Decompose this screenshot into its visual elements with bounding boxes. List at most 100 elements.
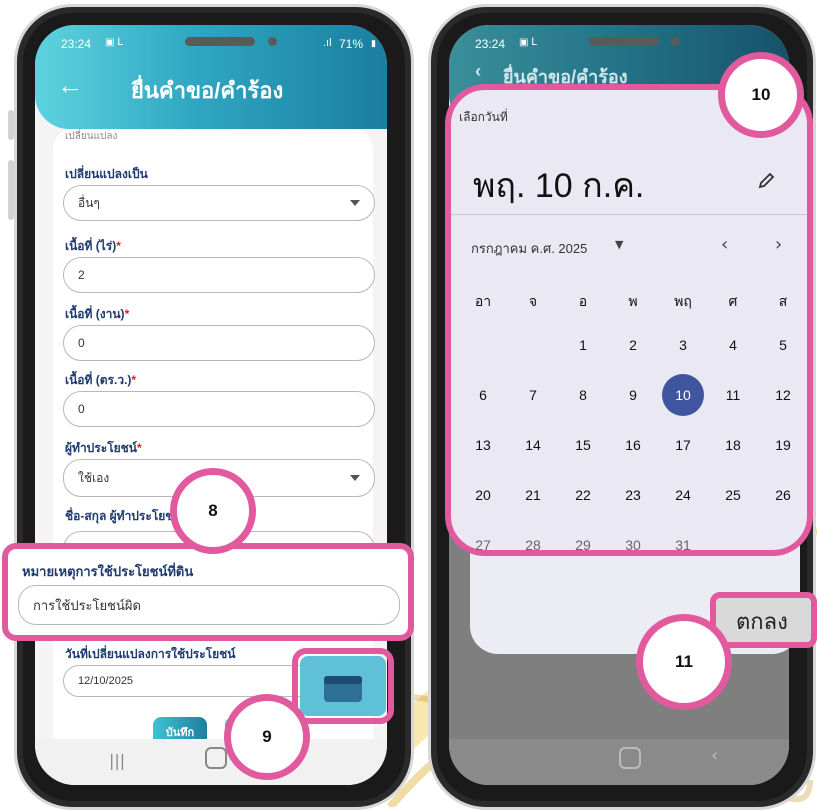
calendar-day[interactable]: 9 bbox=[613, 380, 653, 410]
calendar-day[interactable]: 28 bbox=[513, 530, 553, 560]
recent-apps-icon[interactable]: ||| bbox=[109, 751, 125, 770]
area-ngan-label: เนื้อที่ (งาน)* bbox=[65, 307, 130, 321]
area-ngan-input[interactable]: 0 bbox=[63, 325, 375, 361]
area-wa-label: เนื้อที่ (ตร.ว.)* bbox=[65, 373, 137, 387]
calendar-day[interactable]: 19 bbox=[763, 430, 803, 460]
calendar-day[interactable]: 30 bbox=[613, 530, 653, 560]
calendar-day[interactable]: 23 bbox=[613, 480, 653, 510]
area-wa-input[interactable]: 0 bbox=[63, 391, 375, 427]
home-icon[interactable] bbox=[619, 747, 641, 769]
beneficiary-value: ใช้เอง bbox=[78, 470, 110, 485]
step-marker-9: 9 bbox=[224, 694, 310, 780]
change-to-label: เปลี่ยนแปลงเป็น bbox=[65, 167, 148, 181]
truncated-field: เปลี่ยนแปลง bbox=[65, 131, 118, 142]
calendar-day[interactable]: 21 bbox=[513, 480, 553, 510]
status-bar: 23:24 ▣ ᒪ bbox=[449, 25, 789, 57]
ok-button[interactable]: ตกลง bbox=[736, 604, 788, 639]
page-title: ยื่นคำขอ/คำร้อง bbox=[131, 78, 284, 103]
weekday-header: อา bbox=[474, 293, 492, 309]
battery-icon: ▮ bbox=[371, 38, 376, 48]
battery-text: 71% bbox=[339, 37, 364, 51]
calendar-icon bbox=[324, 676, 362, 702]
pencil-icon[interactable] bbox=[757, 170, 777, 190]
step-marker-11: 11 bbox=[636, 614, 732, 710]
calendar-day[interactable]: 29 bbox=[563, 530, 603, 560]
weekday-header: อ bbox=[578, 293, 588, 309]
speaker-grille bbox=[185, 37, 255, 46]
back-nav-icon[interactable]: ‹ bbox=[711, 745, 718, 766]
calendar-day[interactable]: 12 bbox=[763, 380, 803, 410]
divider bbox=[451, 214, 807, 215]
nav-bar: ‹ bbox=[449, 739, 789, 785]
back-arrow-icon[interactable]: ‹ bbox=[475, 61, 481, 82]
area-rai-input[interactable]: 2 bbox=[63, 257, 375, 293]
weekday-header: ศ bbox=[728, 293, 738, 309]
status-time: 23:24 bbox=[475, 37, 506, 51]
calendar-day[interactable]: 5 bbox=[763, 330, 803, 360]
calendar-day[interactable]: 8 bbox=[563, 380, 603, 410]
calendar-day[interactable]: 16 bbox=[613, 430, 653, 460]
calendar-day[interactable]: 17 bbox=[663, 430, 703, 460]
notification-icon: ▣ ᒪ bbox=[105, 37, 123, 48]
dropdown-triangle-icon[interactable]: ▼ bbox=[615, 238, 623, 251]
calendar-button[interactable] bbox=[300, 656, 386, 716]
area-wa-value: 0 bbox=[78, 402, 85, 416]
remark-input[interactable]: การใช้ประโยชน์ผิด bbox=[18, 585, 400, 625]
calendar-day[interactable]: 2 bbox=[613, 330, 653, 360]
calendar-day[interactable]: 7 bbox=[513, 380, 553, 410]
beneficiary-name-label: ชื่อ-สกุล ผู้ทำประโยชน์ bbox=[65, 509, 182, 523]
change-to-value: อื่นๆ bbox=[78, 195, 100, 210]
step-marker-10: 10 bbox=[718, 52, 804, 138]
calendar-day[interactable]: 22 bbox=[563, 480, 603, 510]
calendar-day[interactable]: 4 bbox=[713, 330, 753, 360]
chevron-down-icon bbox=[350, 200, 360, 206]
status-bar: 23:24 ▣ ᒪ .ıl 71% ▮ bbox=[35, 25, 387, 57]
calendar-day[interactable]: 26 bbox=[763, 480, 803, 510]
remark-value: การใช้ประโยชน์ผิด bbox=[33, 597, 141, 613]
area-rai-label: เนื้อที่ (ไร่)* bbox=[65, 239, 121, 253]
home-icon[interactable] bbox=[205, 747, 227, 769]
weekday-header: พ bbox=[628, 293, 638, 309]
date-label: วันที่เปลี่ยนแปลงการใช้ประโยชน์ bbox=[65, 647, 236, 661]
signal-icon: .ıl bbox=[323, 37, 332, 49]
weekday-header: ส bbox=[778, 293, 788, 309]
date-value: 12/10/2025 bbox=[78, 675, 134, 687]
calendar-day[interactable]: 13 bbox=[463, 430, 503, 460]
change-to-select[interactable]: อื่นๆ bbox=[63, 185, 375, 221]
step-marker-8: 8 bbox=[170, 468, 256, 554]
area-ngan-value: 0 bbox=[78, 336, 85, 350]
notification-icon: ▣ ᒪ bbox=[519, 37, 537, 48]
chevron-right-icon[interactable]: › bbox=[775, 234, 782, 255]
calendar-day[interactable]: 11 bbox=[713, 380, 753, 410]
remark-label: หมายเหตุการใช้ประโยชน์ที่ดิน bbox=[22, 564, 194, 579]
back-arrow-icon[interactable]: ← bbox=[57, 70, 83, 101]
month-year-selector[interactable]: กรกฎาคม ค.ศ. 2025 bbox=[471, 238, 587, 259]
speaker-grille bbox=[589, 37, 659, 46]
date-picker-highlight: เลือกวันที่ พฤ. 10 ก.ค. กรกฎาคม ค.ศ. 202… bbox=[445, 84, 813, 556]
chevron-down-icon bbox=[350, 475, 360, 481]
camera-icon bbox=[671, 37, 680, 46]
weekday-header: พฤ bbox=[674, 293, 692, 309]
status-time: 23:24 bbox=[61, 37, 92, 51]
calendar-day[interactable]: 31 bbox=[663, 530, 703, 560]
nav-bar: ||| bbox=[35, 739, 387, 785]
calendar-day[interactable]: 1 bbox=[563, 330, 603, 360]
chevron-left-icon[interactable]: ‹ bbox=[721, 234, 728, 255]
calendar-day[interactable]: 25 bbox=[713, 480, 753, 510]
picker-heading: เลือกวันที่ bbox=[459, 110, 508, 124]
calendar-day[interactable]: 15 bbox=[563, 430, 603, 460]
calendar-day[interactable]: 20 bbox=[463, 480, 503, 510]
beneficiary-label: ผู้ทำประโยชน์* bbox=[65, 441, 142, 455]
calendar-day[interactable]: 14 bbox=[513, 430, 553, 460]
calendar-day[interactable]: 27 bbox=[463, 530, 503, 560]
remark-highlight: หมายเหตุการใช้ประโยชน์ที่ดิน การใช้ประโย… bbox=[2, 543, 414, 641]
calendar-day[interactable]: 18 bbox=[713, 430, 753, 460]
weekday-header: จ bbox=[528, 293, 538, 309]
area-rai-value: 2 bbox=[78, 268, 85, 282]
calendar-day[interactable]: 6 bbox=[463, 380, 503, 410]
calendar-day[interactable]: 3 bbox=[663, 330, 703, 360]
camera-icon bbox=[268, 37, 277, 46]
selected-date-display: พฤ. 10 ก.ค. bbox=[473, 167, 645, 205]
calendar-day[interactable]: 24 bbox=[663, 480, 703, 510]
calendar-day-selected[interactable]: 10 bbox=[662, 374, 704, 416]
